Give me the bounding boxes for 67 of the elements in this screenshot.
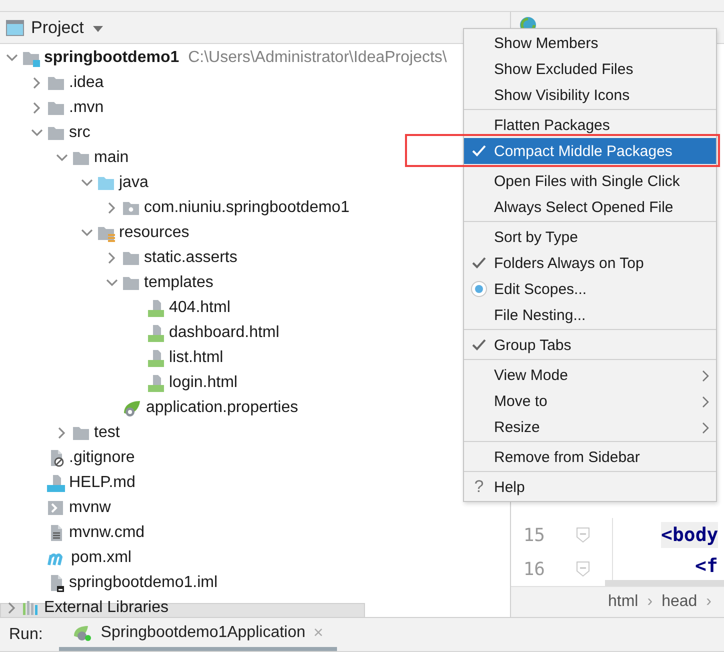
libraries-icon — [22, 598, 40, 616]
tree-item[interactable]: dashboard.html — [169, 322, 280, 342]
tree-item[interactable]: springbootdemo1.iml — [69, 572, 218, 592]
menu-item[interactable]: Flatten Packages — [464, 112, 716, 138]
tree-item[interactable]: test — [94, 422, 120, 442]
tree-item[interactable]: main — [94, 148, 129, 168]
breadcrumb[interactable]: html — [608, 593, 638, 611]
fold-icon[interactable] — [576, 527, 590, 543]
tree-item[interactable]: .gitignore — [69, 448, 135, 468]
tree-item[interactable]: templates — [144, 272, 214, 292]
html-file-icon — [147, 348, 165, 366]
menu-item[interactable]: Sort by Type — [464, 224, 716, 250]
tree-item[interactable]: springbootdemo1 — [44, 48, 180, 68]
menu-item[interactable]: Edit Scopes... — [464, 276, 716, 302]
tree-item[interactable]: list.html — [169, 348, 224, 368]
leaf-icon — [122, 398, 142, 416]
window-icon — [6, 20, 24, 36]
breadcrumb[interactable]: head — [662, 593, 698, 611]
tree-item[interactable]: External Libraries — [44, 598, 168, 617]
run-label: Run: — [9, 626, 43, 644]
scrollbar[interactable] — [605, 580, 724, 586]
html-file-icon — [147, 298, 165, 316]
tree-item[interactable]: resources — [119, 222, 190, 242]
menu-item[interactable]: Show Members — [464, 30, 716, 56]
menu-item[interactable]: ? Help — [464, 474, 716, 500]
tree-item[interactable]: HELP.md — [69, 472, 136, 492]
tree-item[interactable]: com.niuniu.springbootdemo1 — [144, 198, 350, 218]
menu-item[interactable]: Compact Middle Packages — [464, 138, 716, 164]
terminal-icon — [47, 498, 65, 516]
tree-item[interactable]: mvnw — [69, 498, 111, 518]
breadcrumb-separator: › — [706, 593, 712, 611]
tree-item[interactable]: java — [119, 172, 148, 192]
line-number: 15 — [522, 524, 545, 546]
leaf-icon — [72, 624, 93, 642]
breadcrumb-separator: › — [647, 593, 653, 611]
markdown-file-icon — [47, 474, 65, 492]
tree-item[interactable]: mvnw.cmd — [69, 522, 145, 542]
tab-label: Springbootdemo1Application — [100, 624, 306, 642]
menu-item[interactable]: Folders Always on Top — [464, 250, 716, 276]
menu-item[interactable]: Move to — [464, 388, 716, 414]
menu-item[interactable]: Always Select Opened File — [464, 194, 716, 220]
tree-item[interactable]: login.html — [169, 372, 238, 392]
tree-item[interactable]: .mvn — [69, 98, 104, 118]
menu-item[interactable]: Show Excluded Files — [464, 56, 716, 82]
run-tab[interactable]: Springbootdemo1Application × — [58, 618, 338, 651]
html-file-icon — [147, 324, 165, 342]
project-path: C:\Users\Administrator\IdeaProjects\ — [188, 48, 447, 68]
menu-item[interactable]: View Mode — [464, 362, 716, 388]
menu-item[interactable]: Resize — [464, 414, 716, 440]
fold-icon[interactable] — [576, 561, 590, 577]
menu-item[interactable]: Show Visibility Icons — [464, 82, 716, 108]
tree-item[interactable]: application.properties — [146, 398, 298, 418]
help-icon: ? — [474, 477, 484, 497]
menu-item[interactable]: Open Files with Single Click — [464, 168, 716, 194]
menu-item[interactable]: Group Tabs — [464, 332, 716, 358]
tree-item[interactable]: static.asserts — [144, 248, 238, 268]
menu-item[interactable]: Remove from Sidebar — [464, 444, 716, 470]
tree-item[interactable]: pom.xml — [71, 548, 132, 568]
menu-item[interactable]: File Nesting... — [464, 302, 716, 328]
code-text: <f — [695, 555, 718, 577]
tree-item[interactable]: 404.html — [169, 298, 230, 318]
html-file-icon — [147, 374, 165, 392]
line-number: 16 — [522, 558, 545, 580]
tree-item[interactable]: .idea — [69, 72, 104, 92]
tree-item[interactable]: src — [69, 122, 90, 142]
panel-title[interactable]: Project — [31, 18, 84, 38]
code-text: <body — [661, 522, 718, 548]
